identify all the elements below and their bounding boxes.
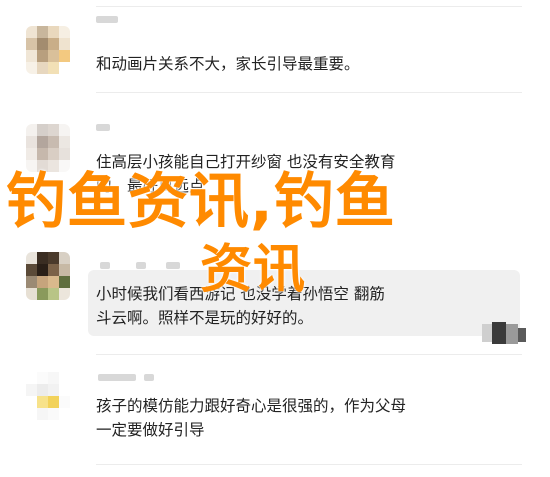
sticker-icon bbox=[482, 322, 526, 344]
divider bbox=[96, 92, 522, 93]
avatar[interactable] bbox=[26, 124, 70, 172]
divider bbox=[96, 354, 522, 355]
watermark-line-2: 资讯 bbox=[200, 240, 307, 300]
username-blurred bbox=[144, 374, 154, 381]
comment-text: 孩子的模仿能力跟好奇心是很强的，作为父母 一定要做好引导 bbox=[96, 397, 407, 439]
avatar[interactable] bbox=[26, 26, 70, 74]
username-blurred bbox=[136, 262, 146, 269]
comment-text: 和动画片关系不大，家长引导最重要。 bbox=[96, 55, 360, 73]
username-blurred bbox=[100, 262, 110, 269]
username-blurred bbox=[96, 124, 110, 131]
divider bbox=[96, 464, 522, 465]
top-divider bbox=[96, 6, 522, 7]
watermark-line-1: 钓鱼资讯,钓鱼 bbox=[6, 167, 396, 237]
avatar[interactable] bbox=[26, 372, 70, 420]
username-blurred bbox=[166, 262, 180, 269]
username-blurred bbox=[98, 374, 136, 381]
username-blurred bbox=[96, 16, 118, 23]
avatar[interactable] bbox=[26, 252, 70, 300]
